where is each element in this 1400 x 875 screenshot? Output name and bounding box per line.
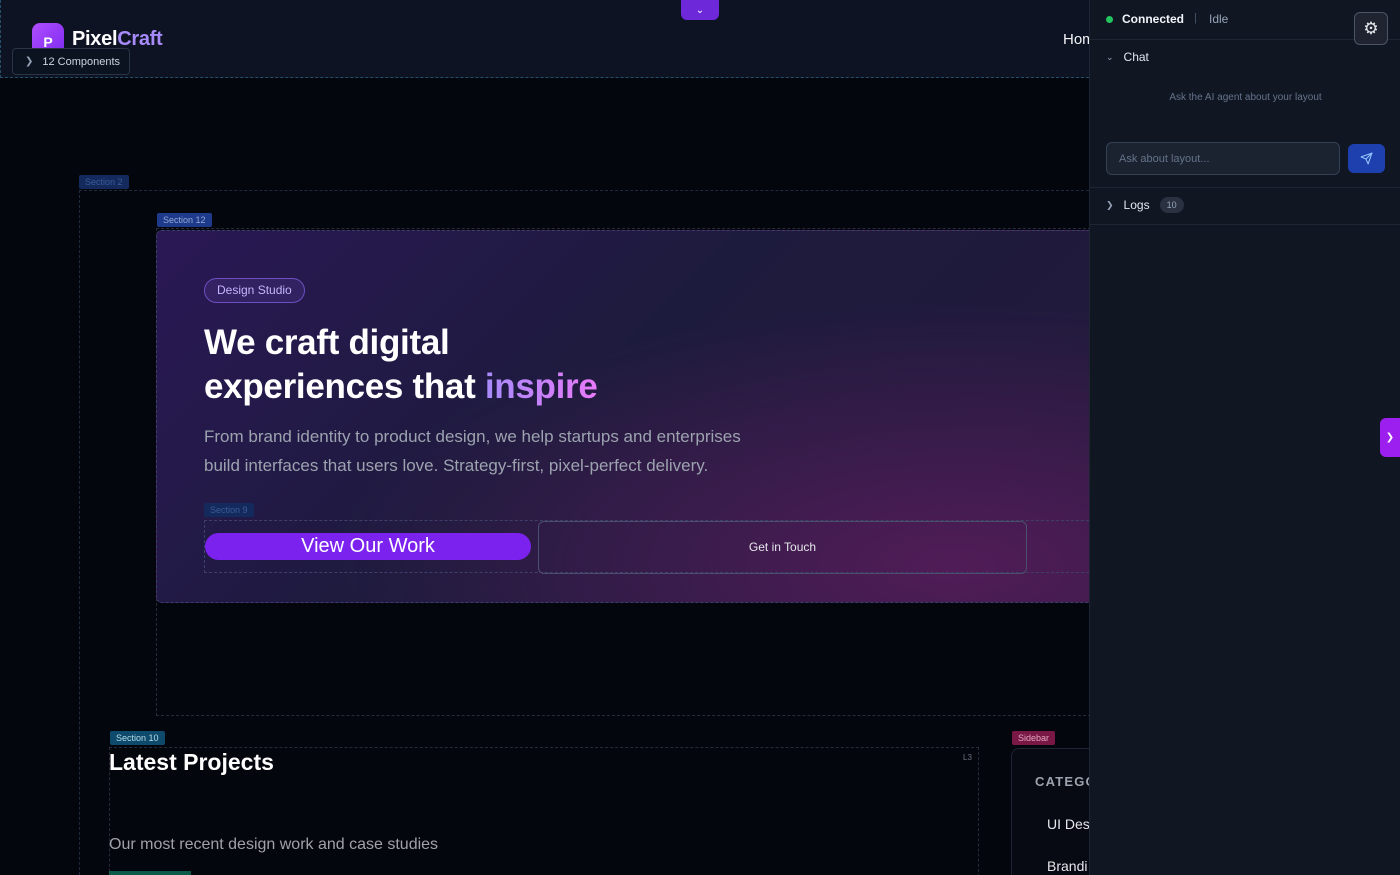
categories-sidebar [1011,748,1089,875]
chevron-right-icon: ❯ [25,56,34,67]
panel-expand-handle[interactable]: ❯ [1380,418,1400,457]
hero-title: We craft digital experiences that inspir… [204,321,724,409]
section-9-button-row: View Our Work Get in Touch [204,520,1089,574]
send-button[interactable] [1348,144,1385,173]
hero-description: From brand identity to product design, w… [204,427,741,475]
components-count: 12 Components [42,55,121,68]
nav-link-home[interactable]: Hom [1063,31,1089,48]
hero-section: Design Studio We craft digital experienc… [156,230,1089,603]
agent-state: Idle [1209,12,1229,26]
site-preview: P PixelCraft Hom ❯ 12 Components ⌄ Secti… [0,0,1089,875]
components-toggle[interactable]: ❯ 12 Components [12,48,131,75]
hero-badge: Design Studio [204,278,305,303]
view-work-button[interactable]: View Our Work [205,533,531,560]
top-collapse-handle[interactable]: ⌄ [681,0,719,20]
chat-hint: Ask the AI agent about your layout [1169,92,1322,103]
category-item[interactable]: Brandi [1047,858,1087,874]
section-tag-strip [109,871,191,875]
panel-divider [1090,187,1400,188]
chevron-right-icon: ❯ [1106,199,1114,210]
brand-main: Pixel [72,27,118,50]
hero-title-line2: experiences that [204,367,485,406]
chevron-right-icon: ❯ [1385,432,1395,443]
site-header: P PixelCraft Hom [0,0,1089,78]
section-12-tag: Section 12 [157,213,212,227]
send-icon [1360,152,1373,165]
chat-section-toggle[interactable]: ⌄ Chat [1106,50,1149,64]
panel-divider [1090,224,1400,225]
section-10-tag: Section 10 [110,731,165,745]
section-9-tag: Section 9 [204,503,254,517]
hero-title-highlight: inspire [484,367,598,406]
logs-count-badge: 10 [1159,197,1184,213]
projects-subtitle: Our most recent design work and case stu… [109,836,439,853]
gear-icon: ⚙ [1363,18,1379,38]
categories-title: CATEGO [1035,774,1089,789]
chevron-down-icon: ⌄ [1106,51,1114,62]
category-item[interactable]: UI Des [1047,816,1089,832]
settings-button[interactable]: ⚙ [1354,12,1388,45]
get-in-touch-button[interactable]: Get in Touch [538,521,1027,574]
status-dot [1106,16,1113,23]
projects-title: Latest Projects [109,749,274,775]
logs-section-toggle[interactable]: ❯ Logs 10 [1106,197,1184,213]
chat-input[interactable] [1106,142,1340,175]
section-2-tag: Section 2 [79,175,129,189]
brand-accent: Craft [117,27,163,50]
hero-title-line1: We craft digital [204,323,450,362]
agent-panel: Connected | Idle ⚙ ⌄ Chat Ask the AI age… [1089,0,1400,875]
chevron-down-icon: ⌄ [695,4,705,16]
status-separator: | [1194,12,1197,24]
connection-status: Connected [1122,12,1185,26]
chat-label: Chat [1123,50,1149,64]
sidebar-tag: Sidebar [1012,731,1056,745]
level-badge: L3 [963,753,972,762]
logs-label: Logs [1123,198,1150,212]
